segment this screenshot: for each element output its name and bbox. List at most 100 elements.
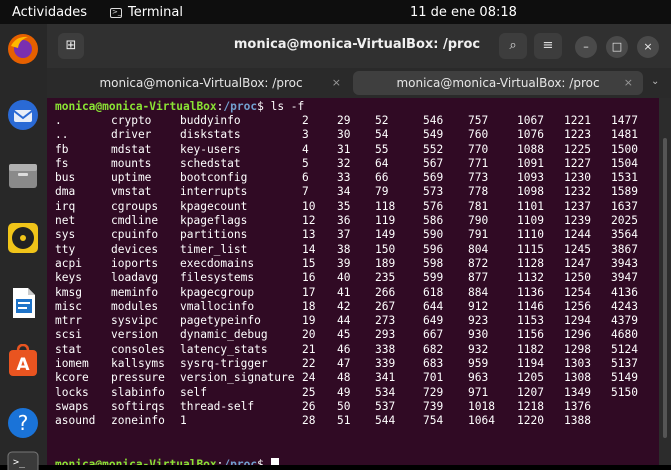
help-icon[interactable]: ?: [4, 404, 42, 442]
ls-entry: 1637: [611, 199, 638, 213]
dock: A ? >_: [0, 24, 47, 470]
ls-entry: 4243: [611, 299, 638, 313]
scrollbar[interactable]: [659, 98, 671, 465]
ls-entry: 598: [423, 256, 444, 270]
ls-entry: 341: [375, 371, 396, 385]
maximize-button[interactable]: □: [606, 36, 628, 58]
ls-entry: fs: [55, 156, 69, 170]
ls-entry: 44: [337, 314, 351, 328]
ls-entry: kmsg: [55, 285, 82, 299]
ls-entry: diskstats: [180, 128, 241, 142]
ls-entry: 1477: [611, 114, 638, 127]
app-name: Terminal: [128, 5, 183, 20]
ls-entry: 50: [337, 399, 351, 413]
svg-text:?: ?: [18, 411, 29, 435]
tab-close-icon[interactable]: ×: [624, 71, 633, 95]
ls-column: 1477 1481 1500 1504 1531 1589 1637 2025 3564 3867…: [611, 114, 638, 429]
terminal-output[interactable]: monica@monica-VirtualBox:/proc$ ls -f ..…: [47, 98, 659, 465]
ls-entry: 1244: [564, 228, 591, 242]
rhythmbox-icon[interactable]: [4, 219, 42, 257]
scrollbar-thumb[interactable]: [663, 138, 667, 438]
ls-entry: irq: [55, 199, 76, 213]
writer-icon[interactable]: [4, 284, 42, 322]
ls-entry: interrupts: [180, 185, 248, 199]
new-tab-button[interactable]: ⊞: [58, 33, 84, 59]
ls-entry: 3943: [611, 256, 638, 270]
ls-entry: devices: [111, 242, 159, 256]
ls-entry: 1110: [517, 228, 544, 242]
ls-entry: 596: [423, 242, 444, 256]
ls-entry: 4379: [611, 314, 638, 328]
files-icon[interactable]: [4, 156, 42, 194]
ls-entry: 778: [468, 185, 489, 199]
tab-2[interactable]: monica@monica-VirtualBox: /proc ×: [353, 71, 643, 95]
ls-entry: tty: [55, 242, 76, 256]
ls-entry: 12: [302, 214, 316, 228]
ls-entry: 534: [375, 385, 396, 399]
ls-entry: 1115: [517, 242, 544, 256]
clock[interactable]: 11 de ene 08:18: [410, 5, 517, 20]
ls-entry: 19: [302, 314, 316, 328]
ls-entry: 1101: [517, 199, 544, 213]
thunderbird-icon[interactable]: [4, 96, 42, 134]
tab-close-icon[interactable]: ×: [332, 71, 341, 95]
ls-entry: 6: [302, 171, 309, 185]
software-icon[interactable]: A: [4, 342, 42, 380]
ls-entry: 64: [375, 156, 389, 170]
ls-entry: 537: [375, 399, 396, 413]
menu-icon[interactable]: ≡: [534, 33, 562, 59]
ls-entry: 1256: [564, 299, 591, 313]
ls-entry: 586: [423, 214, 444, 228]
ls-entry: softirqs: [111, 399, 165, 413]
ls-entry: 1388: [564, 414, 591, 428]
terminal-app-icon: >_: [110, 7, 122, 18]
ls-entry: latency_stats: [180, 342, 268, 356]
terminal-icon[interactable]: >_: [4, 450, 42, 470]
ls-entry: 34: [337, 185, 351, 199]
ls-entry: asound: [55, 414, 96, 428]
ls-entry: sys: [55, 228, 76, 242]
ls-entry: 5: [302, 156, 309, 170]
ls-entry: acpi: [55, 256, 82, 270]
ls-entry: 149: [375, 228, 396, 242]
ls-entry: 66: [375, 171, 389, 185]
ls-entry: zoneinfo: [111, 414, 165, 428]
ls-entry: 1018: [468, 399, 495, 413]
minimize-button[interactable]: –: [575, 36, 597, 58]
ls-entry: version_signature: [180, 371, 295, 385]
tab-1[interactable]: monica@monica-VirtualBox: /proc ×: [51, 71, 351, 95]
ls-entry: 770: [468, 142, 489, 156]
app-menu[interactable]: >_ Terminal: [110, 5, 183, 20]
ls-entry: 771: [468, 156, 489, 170]
ls-entry: kallsyms: [111, 357, 165, 371]
ls-entry: 30: [337, 128, 351, 142]
ls-entry: cgroups: [111, 199, 159, 213]
ls-entry: 1225: [564, 142, 591, 156]
ls-entry: dma: [55, 185, 76, 199]
svg-text:A: A: [16, 355, 30, 375]
ls-entry: 32: [337, 156, 351, 170]
ls-entry: 41: [337, 285, 351, 299]
ls-entry: 576: [423, 199, 444, 213]
ls-entry: 729: [423, 385, 444, 399]
activities-button[interactable]: Actividades: [12, 5, 87, 20]
search-icon[interactable]: ⌕: [499, 33, 527, 59]
ls-entry: 36: [337, 214, 351, 228]
ls-entry: 40: [337, 271, 351, 285]
ls-entry: 1245: [564, 242, 591, 256]
ls-entry: dynamic_debug: [180, 328, 268, 342]
ls-entry: meminfo: [111, 285, 159, 299]
ls-entry: 31: [337, 142, 351, 156]
ls-column: 1221 1223 1225 1227 1230 1232 1237 1239 1244 1245…: [564, 114, 591, 429]
ls-entry: pressure: [111, 371, 165, 385]
close-button[interactable]: ×: [637, 36, 659, 58]
tab-label: monica@monica-VirtualBox: /proc: [396, 76, 600, 90]
ls-entry: cmdline: [111, 214, 159, 228]
ls-entry: 1531: [611, 171, 638, 185]
ls-entry: 1250: [564, 271, 591, 285]
ls-entry: 16: [302, 271, 316, 285]
firefox-icon[interactable]: [4, 30, 42, 68]
tabs-dropdown-icon[interactable]: ⌄: [651, 76, 659, 87]
ls-entry: 4680: [611, 328, 638, 342]
ls-entry: modules: [111, 299, 159, 313]
